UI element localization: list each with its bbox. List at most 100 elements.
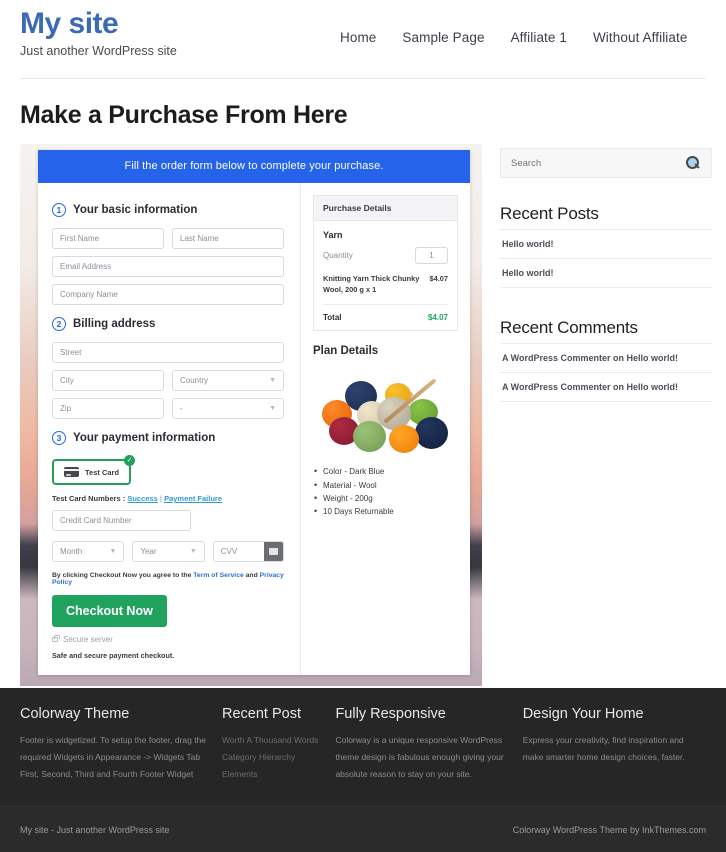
step-3-header: 3 Your payment information (52, 431, 284, 445)
header-divider (20, 78, 706, 79)
line-item-row: Knitting Yarn Thick Chunky Wool, 200 g x… (323, 274, 448, 305)
street-input[interactable]: Street (52, 342, 284, 363)
product-name: Yarn (323, 230, 448, 240)
zip-input[interactable]: Zip (52, 398, 164, 419)
list-item[interactable]: Hello world! (500, 229, 712, 258)
footer-column-text: Express your creativity, find inspiratio… (523, 732, 690, 766)
yarn-ball (353, 421, 386, 452)
quantity-label: Quantity (323, 251, 353, 260)
recent-posts-title: Recent Posts (500, 204, 712, 224)
recent-comments-list: A WordPress Commenter on Hello world! A … (500, 343, 712, 402)
footer-column-fully-responsive: Fully Responsive Colorway is a unique re… (335, 706, 522, 783)
footer-column-text: Colorway is a unique responsive WordPres… (335, 732, 506, 783)
cvv-help-button[interactable] (264, 542, 283, 561)
site-title[interactable]: My site (20, 8, 177, 40)
site-header: My site Just another WordPress site Home… (0, 0, 726, 78)
email-input[interactable]: Email Address (52, 256, 284, 277)
step-1-header: 1 Your basic information (52, 203, 284, 217)
checkout-background-image: Fill the order form below to complete yo… (20, 144, 482, 686)
footer-column-text: Footer is widgetized. To setup the foote… (20, 732, 206, 783)
quantity-input[interactable]: 1 (415, 247, 448, 264)
search-input[interactable]: Search (511, 158, 541, 169)
purchase-details-box: Purchase Details Yarn Quantity 1 Knittin… (313, 195, 458, 331)
footer-column-colorway-theme: Colorway Theme Footer is widgetized. To … (20, 706, 222, 783)
list-item[interactable]: Category Hierarchy (222, 749, 319, 766)
yarn-product-image (315, 365, 463, 457)
page-title: Make a Purchase From Here (20, 101, 726, 130)
primary-content: Fill the order form below to complete yo… (20, 144, 482, 686)
step-1-number: 1 (52, 203, 66, 217)
expiry-year-value: Year (140, 547, 156, 556)
checkout-banner: Fill the order form below to complete yo… (38, 150, 470, 183)
company-input[interactable]: Company Name (52, 284, 284, 305)
site-tagline: Just another WordPress site (20, 44, 177, 58)
card-back-icon (269, 548, 278, 555)
test-card-success-link[interactable]: Success (127, 494, 157, 503)
step-2-title: Billing address (73, 318, 155, 330)
list-item[interactable]: A WordPress Commenter on Hello world! (500, 372, 712, 402)
search-widget[interactable]: Search (500, 148, 712, 178)
search-icon[interactable] (686, 156, 701, 171)
nav-item-affiliate-1[interactable]: Affiliate 1 (511, 30, 567, 45)
footer-column-title: Fully Responsive (335, 706, 506, 722)
recent-comments-title: Recent Comments (500, 318, 712, 338)
plan-feature: Material - Wool (313, 479, 458, 492)
nav-item-home[interactable]: Home (340, 30, 376, 45)
list-item[interactable]: Elements (222, 766, 319, 783)
last-name-input[interactable]: Last Name (172, 228, 284, 249)
site-branding[interactable]: My site Just another WordPress site (20, 0, 177, 58)
list-item[interactable]: A WordPress Commenter on Hello world! (500, 343, 712, 372)
terms-notice: By clicking Checkout Now you agree to th… (52, 572, 284, 586)
footer-copyright-bar: My site - Just another WordPress site Co… (0, 806, 726, 852)
test-card-numbers-row: Test Card Numbers : Success | Payment Fa… (52, 494, 284, 503)
country-select-value: Country (180, 376, 208, 385)
purchase-details-heading: Purchase Details (314, 196, 457, 221)
plan-details-heading: Plan Details (313, 345, 458, 357)
first-name-input[interactable]: First Name (52, 228, 164, 249)
nav-item-without-affiliate[interactable]: Without Affiliate (593, 30, 688, 45)
checkout-form: 1 Your basic information First Name Last… (38, 183, 300, 675)
step-2-header: 2 Billing address (52, 317, 284, 331)
site-footer: Colorway Theme Footer is widgetized. To … (0, 688, 726, 852)
line-item-price: $4.07 (430, 274, 449, 295)
primary-navigation: Home Sample Page Affiliate 1 Without Aff… (340, 30, 687, 45)
expiry-month-select[interactable]: Month ▼ (52, 541, 124, 562)
credit-card-icon (64, 467, 79, 477)
footer-column-title: Design Your Home (523, 706, 690, 722)
footer-column-design-your-home: Design Your Home Express your creativity… (523, 706, 706, 783)
copyright-right[interactable]: Colorway WordPress Theme by InkThemes.co… (513, 825, 706, 835)
country-select[interactable]: Country ▼ (172, 370, 284, 391)
state-select[interactable]: - ▼ (172, 398, 284, 419)
chevron-down-icon: ▼ (109, 548, 116, 555)
credit-card-number-input[interactable]: Credit Card Number (52, 510, 191, 531)
quantity-row: Quantity 1 (323, 247, 448, 264)
expiry-year-select[interactable]: Year ▼ (132, 541, 204, 562)
cvv-field-group[interactable]: CVV (213, 541, 284, 562)
list-item[interactable]: Hello world! (500, 258, 712, 288)
footer-column-title: Recent Post (222, 706, 319, 722)
safe-checkout-note: Safe and secure payment checkout. (52, 651, 284, 660)
nav-item-sample-page[interactable]: Sample Page (402, 30, 484, 45)
sidebar: Search Recent Posts Hello world! Hello w… (500, 144, 712, 686)
chevron-down-icon: ▼ (190, 548, 197, 555)
test-card-failure-link[interactable]: Payment Failure (164, 494, 222, 503)
terms-and: and (246, 572, 258, 579)
step-2-number: 2 (52, 317, 66, 331)
plan-feature: 10 Days Returnable (313, 505, 458, 518)
test-card-option[interactable]: Test Card ✓ (52, 459, 131, 485)
chevron-down-icon: ▼ (269, 405, 276, 412)
plan-feature: Color - Dark Blue (313, 465, 458, 478)
city-input[interactable]: City (52, 370, 164, 391)
terms-of-service-link[interactable]: Term of Service (193, 572, 244, 579)
total-row: Total $4.07 (323, 305, 448, 322)
recent-posts-list: Hello world! Hello world! (500, 229, 712, 288)
cvv-input[interactable]: CVV (214, 542, 264, 561)
plan-features-list: Color - Dark Blue Material - Wool Weight… (313, 465, 458, 518)
step-3-number: 3 (52, 431, 66, 445)
yarn-ball (389, 425, 419, 453)
list-item[interactable]: Worth A Thousand Words (222, 732, 319, 749)
checkout-now-button[interactable]: Checkout Now (52, 595, 167, 627)
test-card-separator: | (160, 494, 162, 503)
order-summary: Purchase Details Yarn Quantity 1 Knittin… (300, 183, 470, 675)
step-1-title: Your basic information (73, 204, 197, 216)
